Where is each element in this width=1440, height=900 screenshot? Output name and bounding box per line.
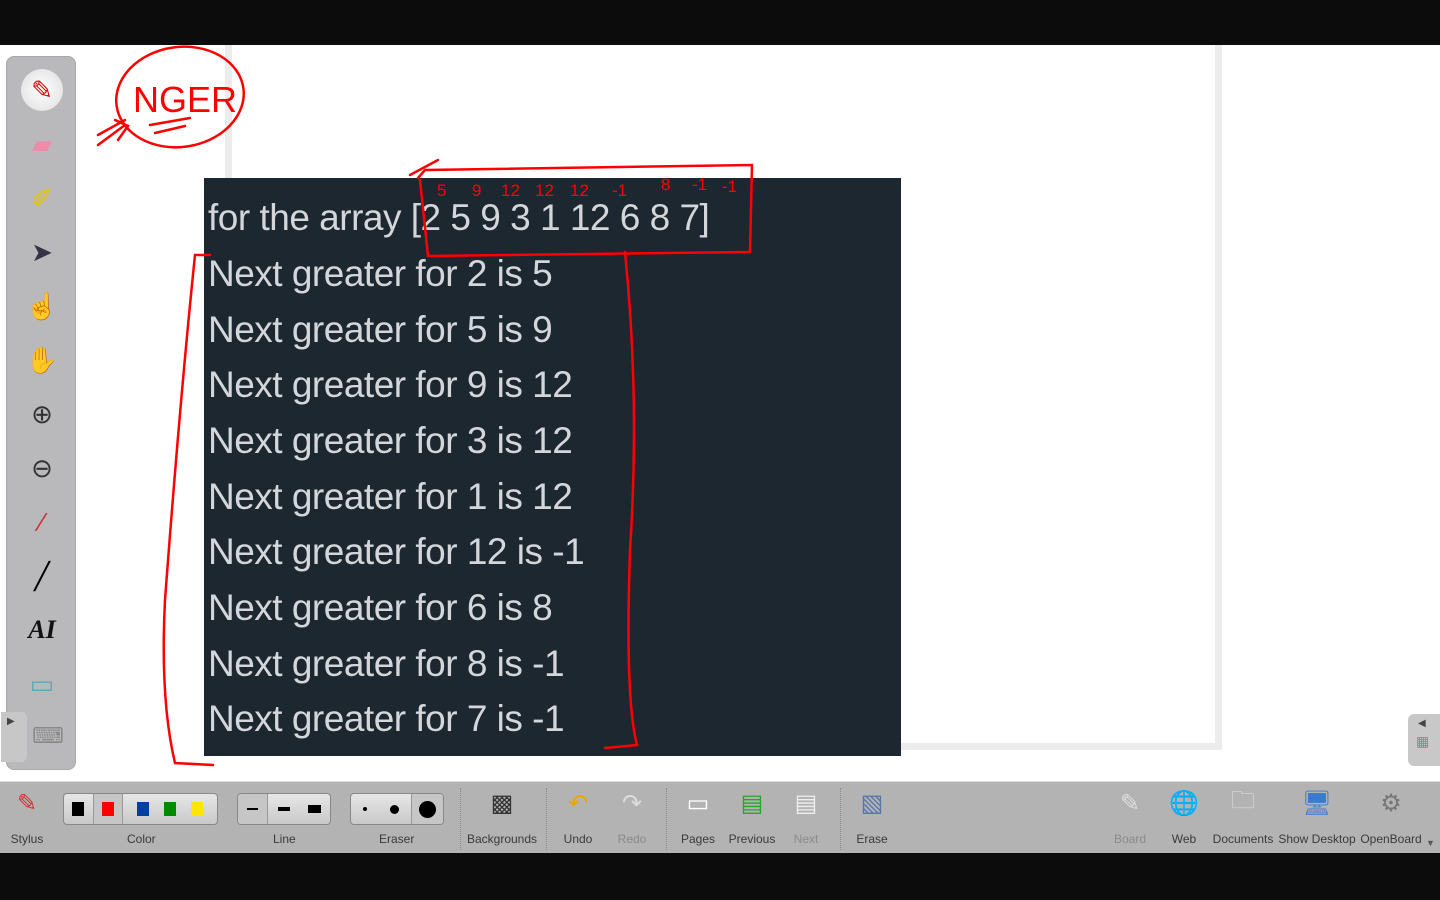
selector-tool-icon[interactable]: ➤ [21,231,63,273]
top-bar [0,0,1440,45]
web-button[interactable]: 🌐 Web [1164,782,1204,854]
undo-icon: ↶ [567,789,589,817]
documents-button[interactable]: 🗀 Documents [1213,782,1274,854]
eraser-large-icon [418,800,436,818]
laser-pointer-icon[interactable]: ⁄ [21,501,63,543]
divider [840,788,841,850]
board-button[interactable]: ✎ Board [1110,782,1150,854]
show-desktop-button[interactable]: 🖥 Show Desktop [1278,782,1355,854]
color-swatch [72,802,85,816]
output-line: Next greater for 3 is 12 [208,420,573,461]
color-black[interactable] [64,794,94,824]
color-red[interactable] [93,794,124,824]
output-line: Next greater for 6 is 8 [208,587,553,628]
page-border [1215,45,1222,750]
divider [546,788,547,850]
play-pointer-icon[interactable]: ☝ [21,285,63,327]
right-panel-toggle[interactable]: ◀ ▦ [1408,714,1440,766]
previous-page-icon: ▤ [740,789,764,817]
monitor-icon: 🖥 [1301,789,1333,817]
line-thin[interactable] [238,794,269,824]
bottom-toolbar: ✎ Stylus Color Line Eraser ▩ Backgrounds ↶… [0,781,1440,853]
eraser-medium-icon [390,804,400,814]
board-icon: ✎ [1119,789,1141,817]
color-green[interactable] [164,802,177,816]
line-medium-thick[interactable] [268,794,330,824]
eraser-label: Eraser [379,832,415,846]
eraser-small-medium[interactable] [351,794,412,824]
output-line: Next greater for 5 is 9 [208,309,553,350]
openboard-menu-button[interactable]: ⚙ OpenBoard [1360,782,1421,854]
zoom-out-icon[interactable]: ⊖ [21,447,63,489]
color-yellow[interactable] [191,802,204,816]
line-label: Line [273,832,296,846]
zoom-in-icon[interactable]: ⊕ [21,393,63,435]
backgrounds-icon: ▩ [490,789,514,817]
chevron-down-icon[interactable]: ▼ [1426,838,1435,848]
undo-button[interactable]: ↶ Undo [558,782,598,854]
color-swatch [101,802,114,816]
color-others[interactable] [123,794,217,824]
eraser-tool-icon[interactable]: ▰ [21,123,63,165]
output-line: Next greater for 2 is 5 [208,253,553,294]
add-page-icon: ▭ [686,789,710,817]
gear-icon: ⚙ [1380,789,1402,817]
text-tool-icon[interactable]: AI [21,609,63,651]
line-thin-icon [247,808,259,810]
previous-button[interactable]: ▤ Previous [728,782,776,854]
left-toolbar-collapse-button[interactable]: ▶ [1,712,27,762]
output-line: Next greater for 12 is -1 [208,531,585,572]
pages-button[interactable]: ▭ Pages [678,782,718,854]
output-line: Next greater for 8 is -1 [208,643,565,684]
library-icon: ▦ [1416,733,1430,749]
hand-tool-icon[interactable]: ✋ [21,339,63,381]
output-line: Next greater for 7 is -1 [208,698,565,739]
collapse-arrow-icon: ◀ [1418,718,1426,729]
next-button[interactable]: ▤ Next [786,782,826,854]
erase-icon: ▧ [860,789,884,817]
eraser-small-icon [362,807,367,811]
redo-icon: ↷ [621,789,643,817]
line-tool-icon[interactable]: ╱ [21,555,63,597]
left-toolbar: ✎ ▰ ✐ ➤ ☝ ✋ ⊕ ⊖ ⁄ ╱ AI ▭ ⌨ ▶ [1,56,76,770]
divider [460,788,461,850]
array-header: for the array [2 5 9 3 1 12 6 8 7] [208,197,710,238]
globe-icon: 🌐 [1169,789,1199,817]
page-border [225,45,232,178]
erase-button[interactable]: ▧ Erase [852,782,892,854]
stylus-icon: ✎ [16,789,38,817]
eraser-size-picker [350,793,444,825]
eraser-large[interactable] [411,794,443,824]
redo-button[interactable]: ↷ Redo [612,782,652,854]
backgrounds-button[interactable]: ▩ Backgrounds [467,782,537,854]
color-blue[interactable] [136,802,149,816]
folder-icon: 🗀 [1231,786,1255,814]
code-output-image[interactable]: for the array [2 5 9 3 1 12 6 8 7] Next … [204,178,901,756]
line-width-picker [237,793,331,825]
divider [666,788,667,850]
stylus-button[interactable]: ✎ Stylus [8,782,46,854]
keyboard-icon[interactable]: ⌨ [27,715,69,757]
pen-tool-icon[interactable]: ✎ [21,69,63,111]
marker-tool-icon[interactable]: ✐ [21,177,63,219]
output-line: Next greater for 9 is 12 [208,364,573,405]
color-label: Color [127,832,156,846]
bottom-bar [0,853,1440,900]
color-picker [63,793,218,825]
capture-tool-icon[interactable]: ▭ [21,663,63,705]
line-medium-icon [277,807,290,811]
next-page-icon: ▤ [794,789,818,817]
line-thick-icon [307,805,321,813]
output-line: Next greater for 1 is 12 [208,476,573,517]
